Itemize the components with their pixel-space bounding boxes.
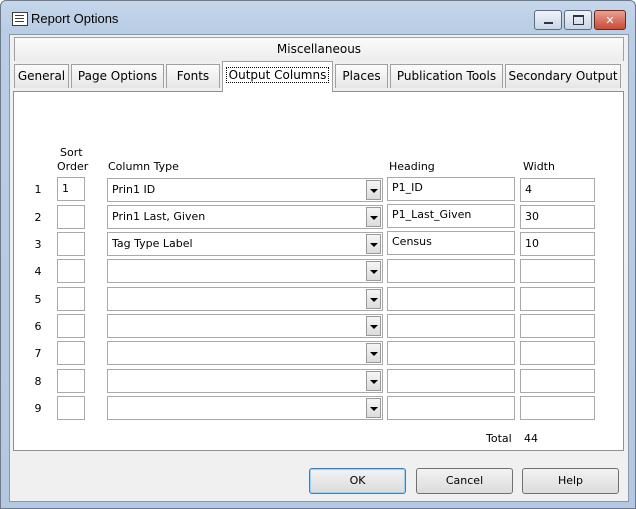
tab-label: General: [17, 69, 66, 83]
chevron-down-icon[interactable]: [366, 261, 381, 281]
column-type-select[interactable]: [107, 396, 383, 420]
tab-publication-tools[interactable]: Publication Tools: [390, 64, 503, 88]
close-icon: ✕: [605, 13, 615, 27]
chevron-down-icon[interactable]: [366, 343, 381, 363]
tab-output-columns[interactable]: Output Columns: [222, 61, 333, 92]
heading-input[interactable]: [387, 341, 515, 365]
width-input[interactable]: [520, 259, 595, 283]
tab-label: Output Columns: [225, 67, 330, 83]
row-number: 8: [34, 375, 42, 388]
sort-order-header-line2: Order: [57, 160, 89, 173]
report-options-window: Report Options ✕ Miscellaneous General P…: [0, 0, 636, 509]
ok-button[interactable]: OK: [309, 468, 406, 494]
chevron-down-icon[interactable]: [366, 234, 381, 254]
row-number: 2: [34, 211, 42, 224]
column-type-select[interactable]: [107, 314, 383, 338]
tab-label: Publication Tools: [396, 69, 497, 83]
column-type-select[interactable]: Tag Type Label: [107, 232, 383, 256]
maximize-button[interactable]: [564, 10, 592, 30]
chevron-down-icon[interactable]: [366, 289, 381, 309]
row-number: 6: [34, 320, 42, 333]
width-input[interactable]: [520, 341, 595, 365]
tab-places[interactable]: Places: [335, 64, 388, 88]
maximize-icon: [572, 15, 584, 25]
tab-fonts[interactable]: Fonts: [166, 64, 220, 88]
width-input[interactable]: [520, 396, 595, 420]
row-number: 1: [34, 183, 42, 196]
heading-input[interactable]: Census: [387, 231, 515, 255]
chevron-down-icon[interactable]: [366, 398, 381, 418]
sort-order-input[interactable]: [57, 259, 85, 283]
column-type-header: Column Type: [108, 160, 179, 173]
chevron-down-icon[interactable]: [366, 316, 381, 336]
chevron-down-icon[interactable]: [366, 207, 381, 227]
width-input[interactable]: [520, 314, 595, 338]
tab-label: Fonts: [176, 69, 210, 83]
heading-header: Heading: [389, 160, 435, 173]
sort-order-input[interactable]: [57, 369, 85, 393]
width-input[interactable]: 30: [520, 205, 595, 229]
chevron-down-icon[interactable]: [366, 371, 381, 391]
title-bar: Report Options ✕: [1, 1, 635, 35]
row-number: 9: [34, 402, 42, 415]
sort-order-input[interactable]: [57, 396, 85, 420]
minimize-button[interactable]: [534, 10, 562, 30]
column-type-value: Prin1 Last, Given: [112, 210, 206, 223]
dialog-client: Miscellaneous General Page Options Fonts…: [9, 34, 629, 502]
minimize-icon: [543, 22, 553, 24]
heading-input[interactable]: P1_ID: [387, 177, 515, 201]
heading-input[interactable]: [387, 314, 515, 338]
column-type-select[interactable]: [107, 369, 383, 393]
tab-secondary-output[interactable]: Secondary Output: [505, 64, 621, 88]
heading-input[interactable]: [387, 259, 515, 283]
sort-order-input[interactable]: [57, 205, 85, 229]
column-type-value: Prin1 ID: [112, 183, 156, 196]
column-type-select[interactable]: Prin1 Last, Given: [107, 205, 383, 229]
sort-order-input[interactable]: [57, 287, 85, 311]
width-input[interactable]: 4: [520, 178, 595, 202]
close-button[interactable]: ✕: [594, 10, 626, 30]
total-value: 44: [524, 432, 538, 445]
tab-miscellaneous[interactable]: Miscellaneous: [14, 37, 624, 61]
width-header: Width: [523, 160, 555, 173]
help-button[interactable]: Help: [522, 468, 619, 494]
window-title: Report Options: [31, 11, 119, 26]
row-number: 5: [34, 293, 42, 306]
tab-page-options[interactable]: Page Options: [71, 64, 164, 88]
column-type-select[interactable]: [107, 341, 383, 365]
output-columns-panel: Sort Order Column Type Heading Width 1 1…: [13, 91, 624, 451]
width-input[interactable]: [520, 369, 595, 393]
tab-label: Places: [342, 69, 381, 83]
report-icon: [12, 12, 28, 26]
column-type-select[interactable]: [107, 287, 383, 311]
sort-order-input[interactable]: [57, 314, 85, 338]
cancel-button[interactable]: Cancel: [416, 468, 513, 494]
row-number: 7: [34, 347, 42, 360]
width-input[interactable]: 10: [520, 232, 595, 256]
row-number: 3: [34, 238, 42, 251]
heading-input[interactable]: [387, 396, 515, 420]
tab-general[interactable]: General: [14, 64, 69, 88]
column-type-value: Tag Type Label: [112, 237, 193, 250]
column-type-select[interactable]: Prin1 ID: [107, 178, 383, 202]
sort-order-input[interactable]: [57, 341, 85, 365]
sort-order-header-line1: Sort: [60, 146, 83, 159]
sort-order-input[interactable]: [57, 232, 85, 256]
row-number: 4: [34, 265, 42, 278]
tab-label: Secondary Output: [508, 69, 618, 83]
column-type-select[interactable]: [107, 259, 383, 283]
width-input[interactable]: [520, 287, 595, 311]
sort-order-input[interactable]: 1: [57, 177, 85, 201]
tab-label: Page Options: [77, 69, 158, 83]
heading-input[interactable]: P1_Last_Given: [387, 204, 515, 228]
heading-input[interactable]: [387, 369, 515, 393]
total-label: Total: [486, 432, 512, 445]
chevron-down-icon[interactable]: [366, 180, 381, 200]
heading-input[interactable]: [387, 287, 515, 311]
